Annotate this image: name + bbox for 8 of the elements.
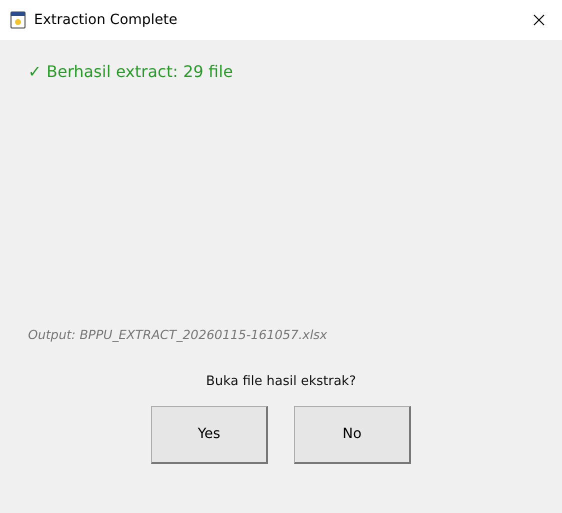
window-title: Extraction Complete	[34, 10, 178, 30]
output-path: Output: BPPU_EXTRACT_20260115-161057.xlsx	[28, 327, 328, 342]
question-text: Buka file hasil ekstrak?	[206, 374, 356, 390]
success-message: ✓ Berhasil extract: 29 file	[28, 62, 233, 81]
close-icon	[533, 14, 545, 26]
dialog-button[interactable]: Yes	[151, 406, 268, 464]
app-icon	[10, 11, 26, 29]
dialog-button[interactable]: No	[294, 406, 411, 464]
